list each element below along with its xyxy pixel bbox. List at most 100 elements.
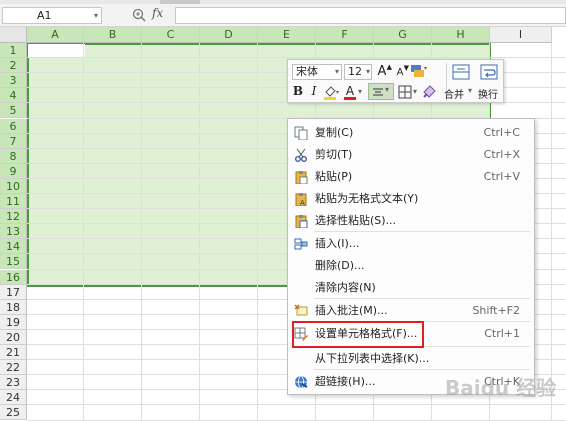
column-header-g[interactable]: G [374, 27, 432, 43]
row-header-8[interactable]: 8 [0, 148, 27, 164]
name-box[interactable]: A1 [2, 7, 102, 24]
merge-button-label[interactable]: 合并 [444, 86, 464, 101]
column-header-d[interactable]: D [200, 27, 258, 43]
row-header-25[interactable]: 25 [0, 405, 27, 421]
insert-icon [294, 238, 308, 250]
chevron-down-icon: ▾ [365, 67, 370, 76]
row-header-14[interactable]: 14 [0, 239, 27, 255]
font-name-value: 宋体 [296, 65, 318, 78]
menu-item-shortcut: Ctrl+V [483, 170, 520, 183]
column-header-h[interactable]: H [432, 27, 490, 43]
menu-item[interactable]: A 粘贴为无格式文本(Y) [288, 188, 534, 210]
paste-text-icon: A [295, 193, 307, 206]
mini-toolbar: 宋体 ▾ 12 ▾ A ▲ A ▼ ▾ 合并 ▾ 换行 B I ▾ A ▾ ▾ … [287, 59, 504, 103]
font-name-select[interactable]: 宋体 ▾ [292, 64, 342, 80]
column-header-e[interactable]: E [258, 27, 316, 43]
column-gridline [199, 43, 200, 421]
align-center-icon [373, 88, 383, 96]
row-header-19[interactable]: 19 [0, 314, 27, 330]
bold-button[interactable]: B [292, 82, 304, 100]
formula-bar: A1 ▾ fx [0, 0, 566, 27]
comment-icon [294, 304, 308, 316]
paste-special-icon [295, 215, 308, 228]
menu-item-label: 粘贴为无格式文本(Y) [315, 192, 419, 205]
wrap-button-label[interactable]: 换行 [478, 86, 498, 101]
menu-item[interactable]: 粘贴(P) Ctrl+V [288, 166, 534, 188]
copy-icon [294, 126, 308, 140]
column-gridline [257, 43, 258, 421]
name-box-dropdown-icon[interactable]: ▾ [90, 7, 102, 24]
row-header-12[interactable]: 12 [0, 209, 27, 225]
baidu-watermark: Baidu 经验 [445, 372, 563, 406]
column-header-a[interactable]: A [27, 27, 84, 43]
format-painter-icon[interactable] [421, 84, 437, 100]
row-header-22[interactable]: 22 [0, 360, 27, 376]
active-cell[interactable] [28, 44, 85, 58]
row-header-2[interactable]: 2 [0, 58, 27, 74]
svg-text:A: A [300, 199, 305, 206]
select-all-corner[interactable] [0, 27, 27, 43]
row-gridline [27, 419, 566, 421]
row-header-20[interactable]: 20 [0, 329, 27, 345]
menu-item-shortcut: Ctrl+X [483, 148, 520, 161]
row-header-16[interactable]: 16 [0, 269, 27, 285]
hyperlink-icon [295, 375, 308, 389]
align-button[interactable]: ▾ [368, 83, 394, 100]
merge-cells-icon[interactable] [450, 63, 472, 81]
menu-item[interactable]: 剪切(T) Ctrl+X [288, 144, 534, 166]
row-header-1[interactable]: 1 [0, 43, 27, 59]
column-gridline [551, 43, 552, 421]
borders-icon[interactable] [398, 85, 412, 99]
italic-button[interactable]: I [308, 82, 320, 100]
row-header-21[interactable]: 21 [0, 345, 27, 361]
formula-input[interactable] [175, 7, 566, 24]
row-header-5[interactable]: 5 [0, 103, 27, 119]
menu-item-shortcut: Shift+F2 [472, 304, 520, 317]
menu-item-label: 插入批注(M)... [315, 304, 388, 317]
svg-text:▾: ▾ [336, 89, 339, 96]
row-header-4[interactable]: 4 [0, 88, 27, 104]
fill-color-icon[interactable]: ▾ [323, 84, 341, 100]
row-header-17[interactable]: 17 [0, 284, 27, 300]
column-header-c[interactable]: C [142, 27, 200, 43]
shrink-font-icon: A [396, 67, 404, 78]
menu-item[interactable]: 从下拉列表中选择(K)... [288, 348, 534, 370]
menu-item[interactable]: 删除(D)... [288, 255, 534, 277]
menu-item-label: 剪切(T) [315, 148, 353, 161]
column-gridline [141, 43, 142, 421]
fx-icon[interactable]: fx [152, 6, 163, 20]
menu-item[interactable]: 复制(C) Ctrl+C [288, 122, 534, 144]
row-header-11[interactable]: 11 [0, 194, 27, 210]
row-header-10[interactable]: 10 [0, 178, 27, 194]
column-header-i[interactable]: I [490, 27, 552, 43]
grow-font-icon: A [377, 64, 387, 79]
menu-item[interactable]: 插入批注(M)... Shift+F2 [288, 300, 534, 322]
menu-item[interactable]: 选择性粘贴(S)... [288, 210, 534, 232]
font-color-icon: A [345, 84, 355, 98]
row-header-9[interactable]: 9 [0, 163, 27, 179]
menu-item[interactable]: 插入(I)... [288, 233, 534, 255]
font-size-select[interactable]: 12 ▾ [344, 64, 372, 80]
row-header-13[interactable]: 13 [0, 224, 27, 240]
column-gridline [83, 43, 84, 421]
format-painter-style-icon[interactable]: ▾ [410, 64, 428, 78]
zoom-icon[interactable] [132, 8, 146, 22]
row-header-23[interactable]: 23 [0, 375, 27, 391]
font-color-button[interactable]: A [344, 82, 356, 100]
row-header-6[interactable]: 6 [0, 118, 27, 134]
row-header-24[interactable]: 24 [0, 390, 27, 406]
grow-font-button[interactable]: A ▲ [375, 63, 392, 81]
row-header-7[interactable]: 7 [0, 133, 27, 149]
row-gridline [27, 57, 566, 59]
wrap-text-icon[interactable] [479, 63, 499, 81]
menu-item-label: 插入(I)... [315, 237, 360, 250]
shrink-font-button[interactable]: A ▼ [394, 64, 409, 82]
row-header-15[interactable]: 15 [0, 254, 27, 270]
row-header-3[interactable]: 3 [0, 73, 27, 89]
column-header-f[interactable]: F [316, 27, 374, 43]
menu-item[interactable]: 清除内容(N) [288, 277, 534, 299]
ribbon-edge [0, 0, 566, 4]
context-menu: 复制(C) Ctrl+C 剪切(T) Ctrl+X 粘贴(P) Ctrl+V A 粘贴为无格式… [287, 118, 535, 395]
row-header-18[interactable]: 18 [0, 299, 27, 315]
column-header-b[interactable]: B [84, 27, 142, 43]
